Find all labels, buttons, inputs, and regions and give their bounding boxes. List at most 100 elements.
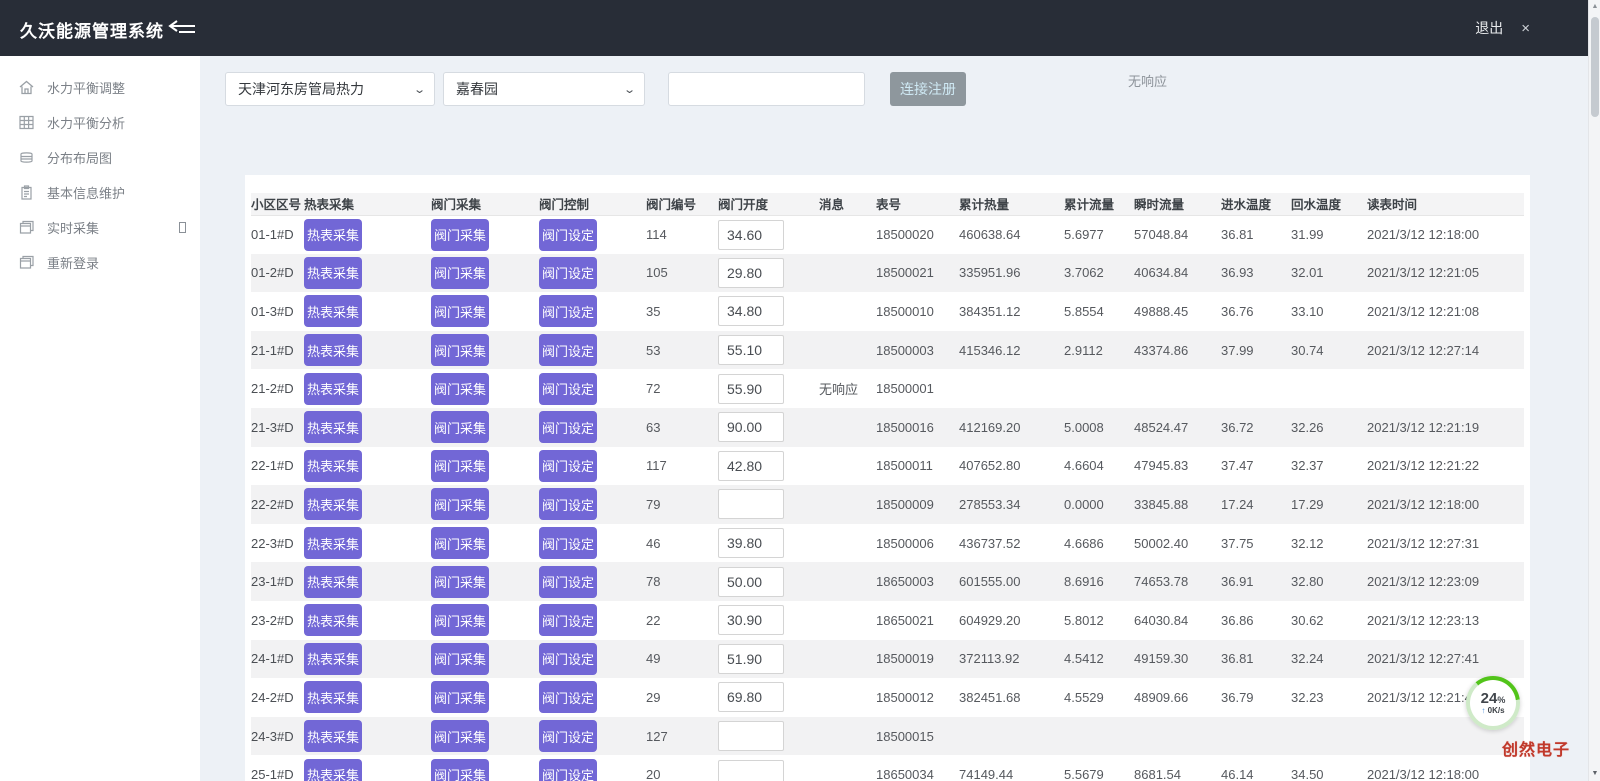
heat-collect-button[interactable]: 热表采集 xyxy=(304,372,362,405)
logout-button[interactable]: 退出 xyxy=(1475,18,1503,38)
sidebar-item-hydraulic-analysis[interactable]: 水力平衡分析 xyxy=(0,105,200,140)
supply-temp-cell: 37.99 xyxy=(1221,342,1254,358)
scroll-down-icon[interactable]: ▼ xyxy=(1589,770,1600,777)
total-heat-cell: 278553.34 xyxy=(959,496,1021,512)
sidebar-item-distribution-layout[interactable]: 分布布局图 xyxy=(0,140,200,175)
valve-opening-input[interactable] xyxy=(718,450,784,481)
total-flow-cell: 4.6604 xyxy=(1064,458,1104,474)
valve-set-button[interactable]: 阀门设定 xyxy=(539,449,597,482)
heat-collect-button[interactable]: 热表采集 xyxy=(304,334,362,367)
valve-opening-input[interactable] xyxy=(718,412,784,443)
valve-opening-input[interactable] xyxy=(718,489,784,520)
valve-opening-input[interactable] xyxy=(718,605,784,636)
valve-collect-cell: 阀门采集 xyxy=(431,447,539,486)
valve-collect-button[interactable]: 阀门采集 xyxy=(431,565,489,598)
valve-set-button[interactable]: 阀门设定 xyxy=(539,565,597,598)
heat-collect-button[interactable]: 热表采集 xyxy=(304,295,362,328)
table-row: 22-3#D 热表采集 阀门采集 阀门设定 46 18500006 436737.52 4.6… xyxy=(251,524,1524,563)
valve-set-cell: 阀门设定 xyxy=(539,755,646,781)
valve-opening-input[interactable] xyxy=(718,528,784,559)
valve-opening-input[interactable] xyxy=(718,759,784,781)
valve-set-button[interactable]: 阀门设定 xyxy=(539,681,597,714)
valve-set-button[interactable]: 阀门设定 xyxy=(539,372,597,405)
valve-collect-button[interactable]: 阀门采集 xyxy=(431,527,489,560)
valve-set-button[interactable]: 阀门设定 xyxy=(539,488,597,521)
valve-opening-input[interactable] xyxy=(718,219,784,250)
valve-collect-cell: 阀门采集 xyxy=(431,254,539,293)
heat-collect-button[interactable]: 热表采集 xyxy=(304,758,362,781)
table-row: 01-2#D 热表采集 阀门采集 阀门设定 105 18500021 335951.96 3.… xyxy=(251,253,1524,293)
meter-no-cell: 18500009 xyxy=(876,496,934,512)
supply-temp-cell: 36.79 xyxy=(1221,689,1254,705)
heat-collect-button[interactable]: 热表采集 xyxy=(304,488,362,521)
company-select[interactable]: 天津河东房管局热力 ⌄ xyxy=(225,72,435,106)
sidebar-item-relogin[interactable]: 重新登录 xyxy=(0,245,200,280)
valve-collect-button[interactable]: 阀门采集 xyxy=(431,256,489,289)
heat-collect-button[interactable]: 热表采集 xyxy=(304,604,362,637)
sidebar-item-basic-info[interactable]: 基本信息维护 xyxy=(0,175,200,210)
supply-temp-cell xyxy=(1221,369,1291,408)
valve-collect-button[interactable]: 阀门采集 xyxy=(431,372,489,405)
heat-collect-button[interactable]: 热表采集 xyxy=(304,256,362,289)
valve-opening-input[interactable] xyxy=(718,257,784,288)
valve-collect-button[interactable]: 阀门采集 xyxy=(431,720,489,753)
valve-set-cell: 阀门设定 xyxy=(539,562,646,601)
valve-set-button[interactable]: 阀门设定 xyxy=(539,256,597,289)
heat-collect-button[interactable]: 热表采集 xyxy=(304,681,362,714)
scroll-up-icon[interactable]: ▲ xyxy=(1589,3,1600,10)
meter-no-cell: 18500011 xyxy=(876,458,933,474)
valve-opening-input[interactable] xyxy=(718,296,784,327)
valve-collect-button[interactable]: 阀门采集 xyxy=(431,488,489,521)
download-progress-badge[interactable]: 24% ↑ 0K/s xyxy=(1466,676,1520,730)
valve-collect-button[interactable]: 阀门采集 xyxy=(431,411,489,444)
valve-set-button[interactable]: 阀门设定 xyxy=(539,218,597,251)
valve-set-button[interactable]: 阀门设定 xyxy=(539,334,597,367)
heat-collect-button[interactable]: 热表采集 xyxy=(304,527,362,560)
valve-opening-input[interactable] xyxy=(718,682,784,713)
valve-collect-button[interactable]: 阀门采集 xyxy=(431,218,489,251)
valve-set-button[interactable]: 阀门设定 xyxy=(539,758,597,781)
opening-cell xyxy=(718,215,819,254)
sidebar-item-realtime-collect[interactable]: 实时采集 xyxy=(0,210,200,245)
valve-opening-input[interactable] xyxy=(718,643,784,674)
heat-collect-button[interactable]: 热表采集 xyxy=(304,642,362,675)
valve-set-button[interactable]: 阀门设定 xyxy=(539,604,597,637)
instant-flow-cell: 50002.40 xyxy=(1134,535,1189,551)
heat-collect-button[interactable]: 热表采集 xyxy=(304,411,362,444)
valve-set-button[interactable]: 阀门设定 xyxy=(539,527,597,560)
heat-collect-button[interactable]: 热表采集 xyxy=(304,218,362,251)
valve-set-button[interactable]: 阀门设定 xyxy=(539,720,597,753)
vertical-scrollbar[interactable]: ▲ ▼ xyxy=(1588,0,1600,781)
supply-temp-cell: 36.72 xyxy=(1221,419,1254,435)
valve-collect-button[interactable]: 阀门采集 xyxy=(431,604,489,637)
sidebar-item-hydraulic-adjust[interactable]: 水力平衡调整 xyxy=(0,70,200,105)
valve-collect-button[interactable]: 阀门采集 xyxy=(431,642,489,675)
valve-set-button[interactable]: 阀门设定 xyxy=(539,295,597,328)
valve-opening-input[interactable] xyxy=(718,373,784,404)
heat-collect-button[interactable]: 热表采集 xyxy=(304,449,362,482)
sidebar-toggle-icon[interactable] xyxy=(168,20,198,36)
valve-collect-button[interactable]: 阀门采集 xyxy=(431,295,489,328)
community-select[interactable]: 嘉春园 ⌄ xyxy=(443,72,645,106)
valve-set-button[interactable]: 阀门设定 xyxy=(539,642,597,675)
register-input[interactable] xyxy=(668,72,865,106)
grid-icon xyxy=(18,114,35,131)
valve-collect-button[interactable]: 阀门采集 xyxy=(431,758,489,781)
scrollbar-thumb[interactable] xyxy=(1591,17,1599,117)
valve-opening-input[interactable] xyxy=(718,566,784,597)
heat-collect-button[interactable]: 热表采集 xyxy=(304,565,362,598)
valve-no-cell: 117 xyxy=(646,458,667,474)
valve-collect-button[interactable]: 阀门采集 xyxy=(431,449,489,482)
column-header: 消息 xyxy=(819,193,876,216)
connect-register-button[interactable]: 连接注册 xyxy=(890,72,966,106)
column-header: 表号 xyxy=(876,193,959,216)
valve-opening-input[interactable] xyxy=(718,335,784,366)
close-icon[interactable]: × xyxy=(1521,20,1530,37)
heat-collect-button[interactable]: 热表采集 xyxy=(304,720,362,753)
valve-set-button[interactable]: 阀门设定 xyxy=(539,411,597,444)
valve-collect-button[interactable]: 阀门采集 xyxy=(431,334,489,367)
valve-collect-button[interactable]: 阀门采集 xyxy=(431,681,489,714)
valve-opening-input[interactable] xyxy=(718,721,784,752)
total-heat-cell: 407652.80 xyxy=(959,458,1021,474)
heat-collect-cell: 热表采集 xyxy=(304,485,431,524)
